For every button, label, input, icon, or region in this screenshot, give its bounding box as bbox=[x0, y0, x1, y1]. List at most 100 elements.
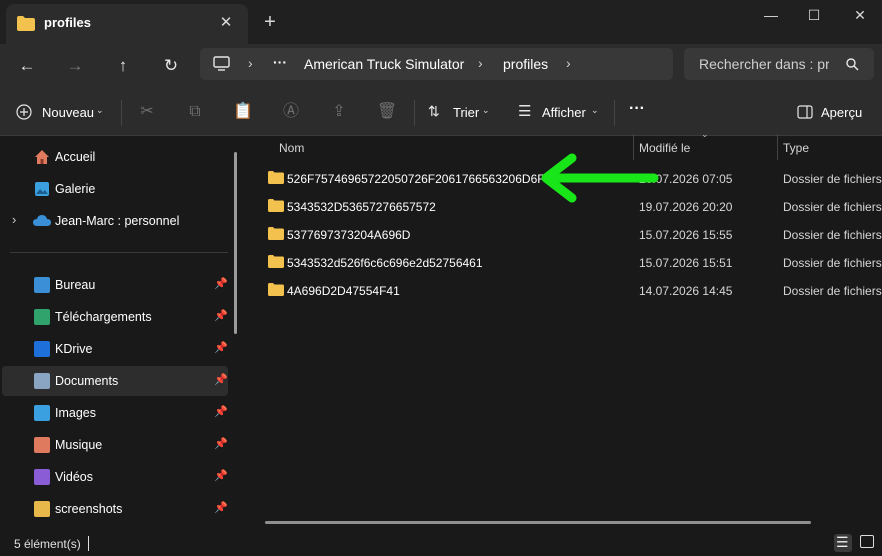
tab-profiles[interactable]: profiles ✕ bbox=[6, 4, 248, 44]
search-input[interactable]: Rechercher dans : profiles bbox=[699, 56, 829, 72]
folder-icon bbox=[17, 16, 35, 31]
copy-icon[interactable]: ⧉ bbox=[184, 101, 206, 123]
sidebar-scrollbar[interactable] bbox=[234, 152, 237, 334]
file-modified: 15.07.2026 15:55 bbox=[639, 228, 733, 242]
search-icon[interactable] bbox=[846, 58, 859, 71]
navigation-bar: ← → ↑ ↻ › ··· American Truck Simulator ›… bbox=[0, 44, 882, 88]
file-modified: 15.07.2026 15:51 bbox=[639, 256, 733, 270]
sidebar-item-label: Téléchargements bbox=[55, 310, 152, 324]
sidebar-item-home[interactable]: Accueil bbox=[2, 142, 228, 172]
file-type: Dossier de fichiers bbox=[783, 284, 882, 298]
refresh-button[interactable]: ↻ bbox=[157, 52, 185, 80]
close-window-button[interactable]: ✕ bbox=[845, 6, 875, 24]
sidebar-item-videos[interactable]: Vidéos 📌 bbox=[2, 462, 228, 492]
home-icon bbox=[35, 150, 49, 164]
navigation-pane: Accueil Galerie › Jean-Marc : personnel … bbox=[0, 137, 238, 532]
column-header-name[interactable]: Nom bbox=[279, 141, 304, 161]
column-divider bbox=[777, 134, 778, 160]
pin-icon: 📌 bbox=[214, 342, 228, 354]
file-name[interactable]: 5343532D53657276657572 bbox=[287, 200, 436, 214]
title-bar: profiles ✕ + — ☐ ✕ bbox=[0, 0, 882, 44]
file-name[interactable]: 5343532d526f6c6c696e2d52756461 bbox=[287, 256, 483, 270]
sidebar-item-telechargements[interactable]: Téléchargements 📌 bbox=[2, 302, 228, 332]
search-box[interactable]: Rechercher dans : profiles bbox=[684, 48, 874, 80]
sidebar-item-label: Accueil bbox=[55, 150, 96, 164]
pin-icon: 📌 bbox=[214, 502, 228, 514]
file-row[interactable]: 5343532d526f6c6c696e2d52756461 15.07.2026… bbox=[262, 248, 882, 276]
sidebar-item-bureau[interactable]: Bureau 📌 bbox=[2, 270, 228, 300]
file-row[interactable]: 5377697373204A696D 15.07.2026 15:55 Dossie… bbox=[262, 220, 882, 248]
folder-icon bbox=[268, 199, 284, 212]
status-bar: 5 élément(s) ☰ bbox=[0, 532, 882, 556]
breadcrumb-overflow[interactable]: ··· bbox=[273, 54, 287, 70]
new-button-label: Nouveau bbox=[42, 105, 95, 120]
divider bbox=[414, 100, 415, 126]
breadcrumb-profiles[interactable]: profiles bbox=[503, 56, 548, 72]
rename-icon[interactable]: Ⓐ bbox=[280, 101, 302, 123]
cut-icon[interactable]: ✂ bbox=[136, 101, 158, 123]
cloud-icon bbox=[33, 215, 51, 226]
sidebar-item-gallery[interactable]: Galerie bbox=[2, 174, 228, 204]
download-icon bbox=[34, 309, 50, 325]
folder-icon bbox=[268, 255, 284, 268]
details-view-button[interactable]: ☰ bbox=[834, 534, 852, 552]
delete-icon[interactable]: 🗑 bbox=[376, 101, 398, 123]
plus-circle-icon bbox=[16, 104, 32, 120]
sidebar-item-label: Documents bbox=[55, 374, 119, 388]
chevron-down-icon: ⌄ bbox=[591, 105, 599, 115]
sort-indicator-icon: ⌄ bbox=[701, 129, 709, 139]
folder-icon bbox=[268, 283, 284, 296]
chevron-right-icon[interactable]: › bbox=[12, 212, 16, 227]
file-row[interactable]: 4A696D2D47554F41 14.07.2026 14:45 Dossier … bbox=[262, 276, 882, 304]
up-button[interactable]: ↑ bbox=[109, 52, 137, 80]
command-bar: Nouveau ⌄ ✂ ⧉ 📋 Ⓐ ⇪ 🗑 ⇅ Trier ⌄ ☰ Affich… bbox=[0, 88, 882, 136]
preview-button[interactable]: Aperçu bbox=[797, 101, 867, 123]
tab-title: profiles bbox=[44, 15, 91, 30]
sidebar-item-musique[interactable]: Musique 📌 bbox=[2, 430, 228, 460]
pin-icon: 📌 bbox=[214, 310, 228, 322]
more-options-button[interactable]: ··· bbox=[629, 98, 645, 120]
back-button[interactable]: ← bbox=[13, 52, 41, 80]
horizontal-scrollbar[interactable] bbox=[265, 521, 811, 524]
sidebar-item-onedrive[interactable]: › Jean-Marc : personnel bbox=[2, 206, 228, 236]
sidebar-item-images[interactable]: Images 📌 bbox=[2, 398, 228, 428]
view-button[interactable]: ☰ Afficher ⌄ bbox=[518, 101, 604, 123]
share-icon[interactable]: ⇪ bbox=[328, 101, 350, 123]
pin-icon: 📌 bbox=[214, 278, 228, 290]
paste-icon[interactable]: 📋 bbox=[232, 101, 254, 123]
file-name[interactable]: 5377697373204A696D bbox=[287, 228, 410, 242]
folder-icon bbox=[268, 171, 284, 184]
breadcrumb-separator[interactable]: › bbox=[566, 55, 571, 71]
file-name[interactable]: 4A696D2D47554F41 bbox=[287, 284, 400, 298]
pin-icon: 📌 bbox=[214, 374, 228, 386]
sort-icon: ⇅ bbox=[428, 103, 440, 119]
divider bbox=[121, 100, 122, 126]
tiles-view-button[interactable] bbox=[858, 534, 876, 552]
view-button-label: Afficher bbox=[542, 105, 586, 120]
column-header-type[interactable]: Type bbox=[783, 141, 809, 161]
maximize-button[interactable]: ☐ bbox=[799, 6, 829, 24]
new-tab-button[interactable]: + bbox=[260, 12, 280, 32]
sort-button[interactable]: ⇅ Trier ⌄ bbox=[428, 101, 494, 123]
breadcrumb-american-truck-simulator[interactable]: American Truck Simulator bbox=[304, 56, 464, 72]
sidebar-item-documents[interactable]: Documents 📌 bbox=[2, 366, 228, 396]
view-icon: ☰ bbox=[518, 103, 532, 120]
new-button[interactable]: Nouveau ⌄ bbox=[16, 101, 106, 123]
close-tab-icon[interactable]: ✕ bbox=[217, 14, 235, 32]
sidebar-item-label: KDrive bbox=[55, 342, 93, 356]
file-name[interactable]: 526F75746965722050726F2061766563206D6F64 bbox=[287, 172, 558, 186]
forward-button[interactable]: → bbox=[61, 52, 89, 80]
sidebar-item-label: Images bbox=[55, 406, 96, 420]
documents-icon bbox=[34, 373, 50, 389]
minimize-button[interactable]: — bbox=[756, 6, 786, 24]
tiles-view-icon bbox=[860, 535, 874, 548]
folder-icon bbox=[268, 227, 284, 240]
sort-button-label: Trier bbox=[453, 105, 480, 120]
sidebar-item-kdrive[interactable]: KDrive 📌 bbox=[2, 334, 228, 364]
pin-icon: 📌 bbox=[214, 438, 228, 450]
sidebar-item-label: Bureau bbox=[55, 278, 96, 292]
breadcrumb-separator: › bbox=[478, 55, 483, 71]
sidebar-item-screenshots[interactable]: screenshots 📌 bbox=[2, 494, 228, 524]
address-bar[interactable]: › ··· American Truck Simulator › profile… bbox=[200, 48, 673, 80]
preview-pane-icon bbox=[797, 105, 813, 119]
